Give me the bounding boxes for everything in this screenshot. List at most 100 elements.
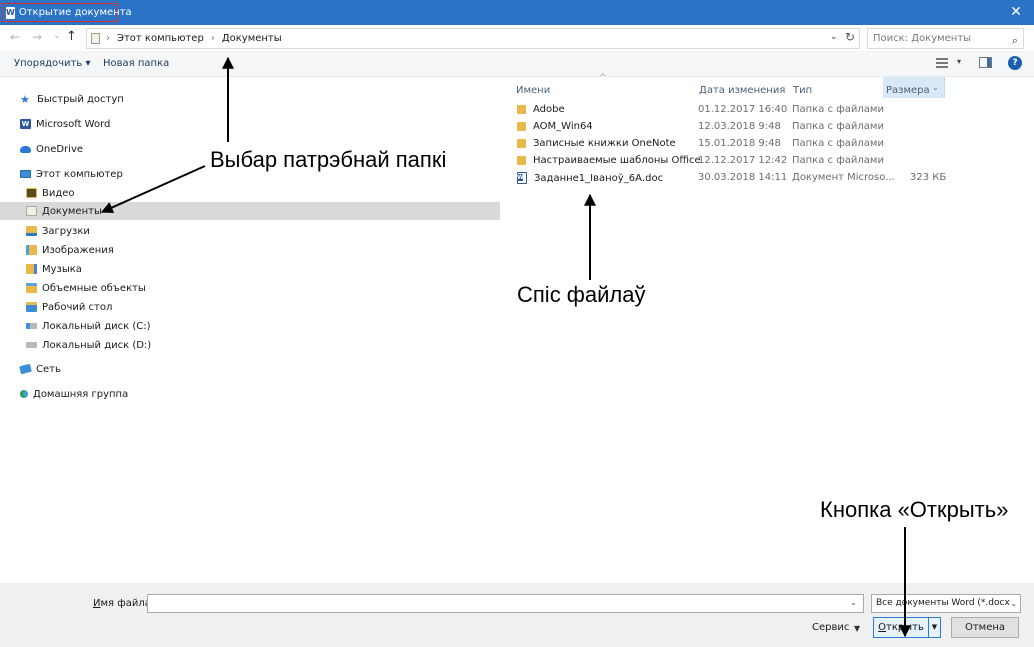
star-icon: ★ bbox=[20, 92, 30, 106]
sidebar-item-label: Microsoft Word bbox=[36, 118, 111, 130]
sidebar-item-network[interactable]: Сеть bbox=[19, 360, 61, 378]
sidebar-item-video[interactable]: Видео bbox=[26, 184, 75, 202]
refresh-icon[interactable]: ↻ bbox=[845, 30, 855, 44]
filename-input[interactable] bbox=[147, 594, 864, 613]
organize-button[interactable]: Упорядочить ▾ bbox=[14, 58, 90, 69]
network-icon bbox=[19, 363, 32, 375]
computer-icon bbox=[20, 170, 31, 178]
3d-objects-folder-icon bbox=[26, 283, 37, 293]
pictures-folder-icon bbox=[26, 245, 37, 255]
sidebar-item-pictures[interactable]: Изображения bbox=[26, 241, 114, 259]
up-arrow-icon[interactable]: ↑ bbox=[66, 29, 77, 44]
forward-arrow-icon[interactable]: → bbox=[30, 30, 44, 44]
preview-pane-icon[interactable] bbox=[979, 57, 992, 68]
file-size: 323 КБ bbox=[910, 172, 947, 183]
address-bar[interactable]: › Этот компьютер › Документы bbox=[86, 28, 860, 49]
search-placeholder: Поиск: Документы bbox=[873, 33, 972, 44]
tools-button[interactable]: Сервис bbox=[812, 622, 849, 633]
filename-label: Имя файла: bbox=[93, 598, 155, 609]
folder-icon bbox=[517, 105, 526, 114]
breadcrumb-separator: › bbox=[210, 33, 215, 44]
file-row[interactable]: AOM_Win64 12.03.2018 9:48 Папка с файлам… bbox=[500, 119, 1034, 136]
sidebar-item-disk-d[interactable]: Локальный диск (D:) bbox=[26, 336, 151, 354]
sidebar-item-label: Объемные объекты bbox=[42, 282, 146, 294]
file-name: Заданне1_Іваноў_6А.doc bbox=[534, 172, 664, 184]
file-date: 30.03.2018 14:11 bbox=[698, 172, 788, 183]
close-icon[interactable]: ✕ bbox=[1006, 3, 1026, 21]
sidebar-item-label: Локальный диск (C:) bbox=[42, 320, 151, 332]
system-disk-icon bbox=[26, 323, 37, 329]
new-folder-button[interactable]: Новая папка bbox=[103, 58, 169, 69]
view-options-icon[interactable] bbox=[936, 58, 948, 68]
sidebar-item-homegroup[interactable]: Домашняя группа bbox=[20, 385, 128, 403]
documents-folder-icon bbox=[91, 33, 100, 44]
sidebar-item-music[interactable]: Музыка bbox=[26, 260, 82, 278]
open-options-dropdown-icon[interactable]: ▼ bbox=[929, 617, 941, 638]
sidebar-item-desktop[interactable]: Рабочий стол bbox=[26, 298, 112, 316]
sidebar-item-quick-access[interactable]: ★ Быстрый доступ bbox=[20, 90, 124, 108]
tools-dropdown-icon[interactable]: ▼ bbox=[854, 624, 860, 633]
sidebar-item-label: Документы bbox=[42, 205, 102, 217]
sidebar-item-label: Домашняя группа bbox=[33, 388, 129, 400]
sidebar-item-label: Быстрый доступ bbox=[37, 93, 124, 105]
sort-ascending-icon: ^ bbox=[599, 73, 607, 83]
breadcrumb-this-pc[interactable]: Этот компьютер bbox=[117, 33, 204, 44]
file-row[interactable]: Заданне1_Іваноў_6А.doc 30.03.2018 14:11 … bbox=[500, 170, 1034, 187]
recent-locations-icon[interactable]: ⌄ bbox=[50, 31, 64, 41]
sidebar-item-label: Этот компьютер bbox=[36, 168, 123, 180]
column-header-name[interactable]: Имени bbox=[500, 81, 550, 100]
documents-folder-icon bbox=[26, 206, 37, 216]
column-header-type[interactable]: Тип bbox=[777, 81, 812, 100]
column-header-size[interactable]: Размера bbox=[870, 81, 930, 100]
file-type-filter[interactable]: Все документы Word (*.docx*. ⌄ bbox=[871, 594, 1021, 613]
window-title-highlight: W Открытие документа bbox=[2, 3, 132, 22]
column-header-date[interactable]: Дата изменения bbox=[683, 81, 785, 100]
sidebar-item-this-pc[interactable]: Этот компьютер bbox=[20, 165, 123, 183]
sidebar-item-label: Музыка bbox=[42, 263, 82, 275]
video-folder-icon bbox=[26, 188, 37, 198]
file-row[interactable]: Настраиваемые шаблоны Office 12.12.2017 … bbox=[500, 153, 1034, 170]
search-icon[interactable]: ⌕ bbox=[1012, 31, 1018, 50]
sidebar-item-label: Сеть bbox=[36, 363, 61, 375]
back-arrow-icon[interactable]: ← bbox=[8, 30, 22, 44]
desktop-folder-icon bbox=[26, 302, 37, 312]
sidebar-item-label: Рабочий стол bbox=[42, 301, 113, 313]
file-name: AOM_Win64 bbox=[533, 121, 593, 132]
file-type: Папка с файлами bbox=[792, 104, 884, 115]
address-dropdown-icon[interactable]: ⌄ bbox=[830, 32, 838, 42]
sidebar-item-microsoft-word[interactable]: W Microsoft Word bbox=[20, 115, 110, 133]
file-row[interactable]: Записные книжки OneNote 15.01.2018 9:48 … bbox=[500, 136, 1034, 153]
sidebar-item-documents[interactable]: Документы bbox=[0, 202, 500, 220]
cancel-button[interactable]: Отмена bbox=[951, 617, 1019, 638]
command-bar: Упорядочить ▾ Новая папка ▾ ? bbox=[0, 51, 1034, 77]
filename-dropdown-icon[interactable]: ⌄ bbox=[850, 598, 857, 607]
sidebar-item-onedrive[interactable]: OneDrive bbox=[20, 140, 83, 158]
breadcrumb-separator: › bbox=[106, 33, 110, 44]
downloads-folder-icon bbox=[26, 226, 37, 236]
open-button[interactable]: Открыть bbox=[873, 617, 929, 638]
sidebar-item-disk-c[interactable]: Локальный диск (C:) bbox=[26, 317, 151, 335]
file-date: 12.03.2018 9:48 bbox=[698, 121, 781, 132]
file-type: Папка с файлами bbox=[792, 155, 884, 166]
view-dropdown-icon[interactable]: ▾ bbox=[957, 57, 961, 66]
breadcrumb-documents[interactable]: Документы bbox=[222, 33, 282, 44]
folder-icon bbox=[517, 122, 526, 131]
file-row[interactable]: Adobe 01.12.2017 16:40 Папка с файлами bbox=[500, 102, 1034, 119]
window-title: Открытие документа bbox=[18, 7, 132, 18]
filter-dropdown-icon[interactable]: ⌄ bbox=[1010, 595, 1017, 612]
file-type: Документ Microso... bbox=[792, 172, 895, 183]
annotation-folder-choice: Выбар патрэбнай папкі bbox=[210, 147, 447, 172]
title-bar: W Открытие документа ✕ bbox=[0, 0, 1034, 25]
file-date: 12.12.2017 12:42 bbox=[698, 155, 788, 166]
column-dropdown-icon[interactable]: ⌄ bbox=[932, 83, 939, 92]
disk-icon bbox=[26, 342, 37, 348]
sidebar-item-3d-objects[interactable]: Объемные объекты bbox=[26, 279, 146, 297]
music-folder-icon bbox=[26, 264, 37, 274]
help-icon[interactable]: ? bbox=[1008, 56, 1022, 70]
search-input[interactable]: Поиск: Документы ⌕ bbox=[867, 28, 1024, 49]
sidebar-item-downloads[interactable]: Загрузки bbox=[26, 222, 90, 240]
folder-icon bbox=[517, 156, 526, 165]
file-type: Папка с файлами bbox=[792, 121, 884, 132]
sidebar-item-label: OneDrive bbox=[36, 143, 84, 155]
sidebar-item-label: Загрузки bbox=[42, 225, 90, 237]
